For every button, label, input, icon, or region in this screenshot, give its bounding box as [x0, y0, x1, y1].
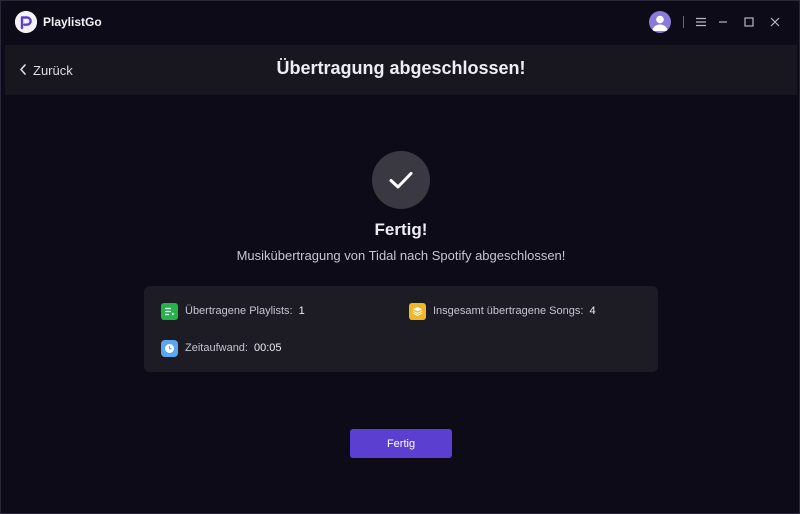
result-subtitle: Musikübertragung von Tidal nach Spotify …: [236, 248, 566, 263]
success-check-icon: [372, 151, 430, 209]
menu-icon[interactable]: [691, 12, 711, 32]
stat-playlists-value: 1: [298, 305, 305, 317]
songs-stack-icon: [409, 302, 426, 320]
user-avatar-icon[interactable]: [649, 11, 671, 33]
playlist-icon: [161, 302, 178, 320]
app-window: PlaylistGo Zurück Übertragung abgeschlos…: [0, 0, 800, 514]
stat-time: Zeitaufwand: 00:05: [161, 339, 282, 357]
stat-playlists-label: Übertragene Playlists:: [185, 305, 293, 317]
stat-playlists: Übertragene Playlists: 1: [161, 302, 305, 320]
stat-songs: Insgesamt übertragene Songs: 4: [409, 302, 596, 320]
minimize-icon[interactable]: [713, 12, 733, 32]
page-header: Zurück Übertragung abgeschlossen!: [5, 45, 797, 95]
stat-time-label: Zeitaufwand:: [185, 342, 248, 354]
title-bar: PlaylistGo: [1, 1, 799, 43]
maximize-icon[interactable]: [739, 12, 759, 32]
done-button[interactable]: Fertig: [350, 429, 452, 458]
clock-icon: [161, 339, 178, 357]
page-title: Übertragung abgeschlossen!: [276, 58, 526, 78]
stat-songs-value: 4: [589, 305, 596, 317]
result-title: Fertig!: [374, 220, 428, 239]
app-name: PlaylistGo: [43, 15, 102, 29]
close-icon[interactable]: [765, 12, 785, 32]
stat-songs-label: Insgesamt übertragene Songs:: [433, 305, 584, 317]
app-logo-icon: [15, 11, 37, 33]
stat-time-value: 00:05: [253, 342, 282, 354]
transfer-stats-panel: Übertragene Playlists: 1 Insgesamt übert…: [144, 286, 658, 372]
title-bar-divider: [683, 16, 684, 28]
